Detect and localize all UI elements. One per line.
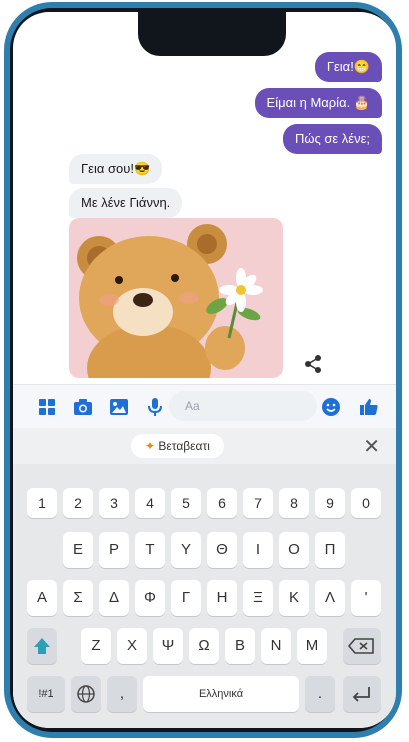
message-input[interactable]: Aa (169, 391, 317, 421)
backspace-icon (347, 638, 374, 654)
key-2[interactable]: 2 (63, 488, 93, 518)
emoji-grin: 😁 (353, 59, 370, 74)
sent-message-2-text: Είμαι η Μαρία. (266, 95, 354, 110)
key-delta[interactable]: Δ (99, 580, 129, 616)
key-apostrophe[interactable]: ' (351, 580, 381, 616)
key-eta[interactable]: Η (207, 580, 237, 616)
camera-icon[interactable] (73, 397, 93, 417)
key-9[interactable]: 9 (315, 488, 345, 518)
enter-key[interactable] (343, 676, 381, 712)
key-upsilon[interactable]: Υ (171, 532, 201, 568)
sent-message-3-text: Πώς σε λένε; (294, 131, 370, 146)
suggestion-strip: ✦ Βεταβεατι ✕ (13, 428, 396, 464)
key-xi[interactable]: Ξ (243, 580, 273, 616)
key-alpha[interactable]: Α (27, 580, 57, 616)
key-kappa[interactable]: Κ (279, 580, 309, 616)
emoji-cake: 🎂 (353, 95, 370, 110)
received-message-2-text: Με λένε Γιάννη. (81, 195, 171, 210)
key-sigma[interactable]: Σ (63, 580, 93, 616)
sent-message-1-text: Γεια! (326, 59, 354, 74)
sent-message-3[interactable]: Πώς σε λένε; (282, 124, 382, 154)
key-psi[interactable]: Ψ (153, 628, 183, 664)
suggestion-label: Βεταβεατι (158, 439, 210, 453)
key-7[interactable]: 7 (243, 488, 273, 518)
spark-icon: ✦ (145, 439, 156, 453)
message-toolbar: Aa (13, 384, 396, 429)
space-key[interactable]: Ελληνικά (143, 676, 299, 712)
key-mu[interactable]: Μ (297, 628, 327, 664)
sent-message-1[interactable]: Γεια!😁 (314, 52, 382, 82)
emoji-icon[interactable] (321, 397, 341, 417)
enter-icon (352, 687, 370, 702)
apps-grid-icon[interactable] (37, 397, 57, 417)
message-input-placeholder: Aa (185, 399, 200, 413)
backspace-key[interactable] (343, 628, 381, 664)
received-message-2[interactable]: Με λένε Γιάννη. (69, 188, 183, 218)
key-4[interactable]: 4 (135, 488, 165, 518)
language-key[interactable] (71, 676, 101, 712)
key-epsilon[interactable]: Ε (63, 532, 93, 568)
suggestion-chip[interactable]: ✦ Βεταβεατι (131, 434, 224, 458)
key-lambda[interactable]: Λ (315, 580, 345, 616)
key-nu[interactable]: Ν (261, 628, 291, 664)
keyboard: 1 2 3 4 5 6 7 8 9 0 Ε Ρ Τ Υ Θ Ι Ο Π Α Σ … (13, 464, 396, 728)
share-icon[interactable] (299, 350, 327, 378)
emoji-sunglasses: 😎 (133, 161, 151, 176)
gallery-icon[interactable] (109, 397, 129, 417)
key-5[interactable]: 5 (171, 488, 201, 518)
received-message-1-text: Γεια σου! (81, 161, 134, 176)
key-chi[interactable]: Χ (117, 628, 147, 664)
key-tau[interactable]: Τ (135, 532, 165, 568)
shift-key[interactable] (27, 628, 57, 664)
sent-message-2[interactable]: Είμαι η Μαρία. 🎂 (254, 88, 382, 118)
key-gamma[interactable]: Γ (171, 580, 201, 616)
key-iota[interactable]: Ι (243, 532, 273, 568)
key-rho[interactable]: Ρ (99, 532, 129, 568)
globe-icon (77, 685, 95, 703)
key-3[interactable]: 3 (99, 488, 129, 518)
camera-notch (138, 12, 286, 56)
shift-icon (34, 638, 50, 654)
comma-key[interactable]: , (107, 676, 137, 712)
key-0[interactable]: 0 (351, 488, 381, 518)
symbols-key[interactable]: !#1 (27, 676, 65, 712)
key-omega[interactable]: Ω (189, 628, 219, 664)
received-message-1[interactable]: Γεια σου!😎 (69, 154, 163, 184)
microphone-icon[interactable] (145, 397, 165, 417)
teddy-bear-sticker[interactable] (69, 218, 283, 378)
thumbs-up-icon[interactable] (359, 397, 379, 417)
close-icon[interactable]: ✕ (363, 434, 380, 459)
period-key[interactable]: . (305, 676, 335, 712)
key-phi[interactable]: Φ (135, 580, 165, 616)
key-pi[interactable]: Π (315, 532, 345, 568)
key-omicron[interactable]: Ο (279, 532, 309, 568)
key-6[interactable]: 6 (207, 488, 237, 518)
screen: Γεια!😁 Είμαι η Μαρία. 🎂 Πώς σε λένε; Γει… (13, 12, 396, 728)
key-1[interactable]: 1 (27, 488, 57, 518)
key-8[interactable]: 8 (279, 488, 309, 518)
key-beta[interactable]: Β (225, 628, 255, 664)
key-zeta[interactable]: Ζ (81, 628, 111, 664)
key-theta[interactable]: Θ (207, 532, 237, 568)
